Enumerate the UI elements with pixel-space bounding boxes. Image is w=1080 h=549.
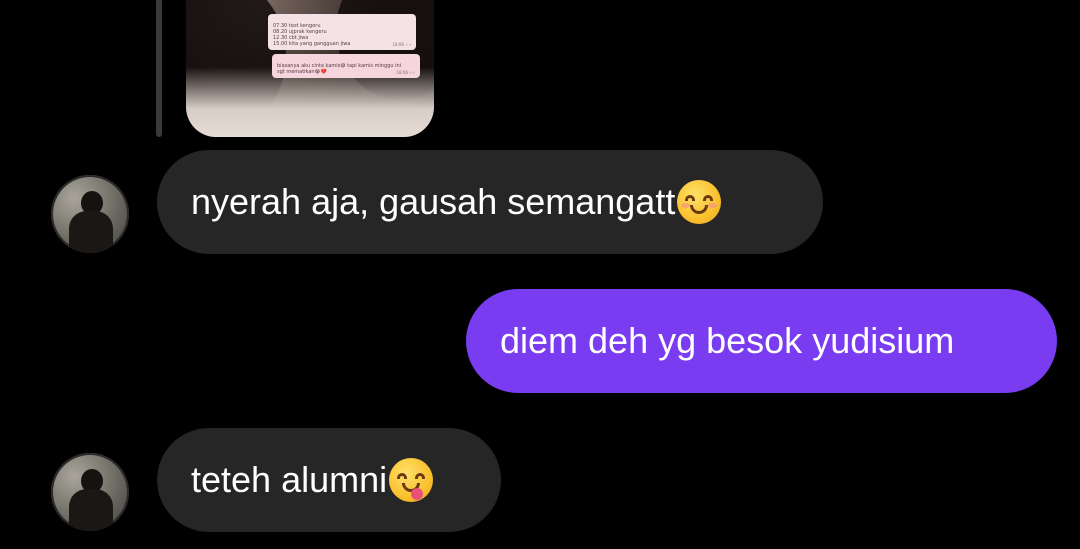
reply-indicator-bar	[156, 0, 162, 137]
message-bubble-incoming[interactable]: teteh alumni	[157, 428, 501, 532]
smiling-face-icon	[677, 180, 722, 224]
photo-chat-note: biasanya aku cinta kamis😅 tapi kamis min…	[272, 54, 420, 78]
message-text: nyerah aja, gausah semangatt	[191, 181, 676, 222]
photo-chat-note: 07.30 test kengeru 08.20 ujprak kengeru …	[268, 14, 416, 50]
photo-note-time: 18:06 ✓✓	[392, 42, 412, 47]
message-bubble-incoming[interactable]: nyerah aja, gausah semangatt	[157, 150, 823, 254]
photo-note-time: 18:06 ✓✓	[396, 70, 416, 75]
message-text: diem deh yg besok yudisium	[500, 320, 955, 361]
avatar-figure	[69, 211, 113, 253]
message-bubble-outgoing[interactable]: diem deh yg besok yudisium	[466, 289, 1057, 393]
face-savoring-food-icon	[389, 458, 434, 502]
shared-photo-attachment[interactable]: 07.30 test kengeru 08.20 ujprak kengeru …	[186, 0, 434, 137]
message-text: teteh alumni	[191, 459, 388, 500]
sender-avatar[interactable]	[51, 175, 129, 253]
avatar-figure	[69, 489, 113, 531]
photo-note-text: 07.30 test kengeru 08.20 ujprak kengeru …	[273, 23, 351, 47]
sender-avatar[interactable]	[51, 453, 129, 531]
photo-note-text: biasanya aku cinta kamis😅 tapi kamis min…	[277, 63, 402, 75]
